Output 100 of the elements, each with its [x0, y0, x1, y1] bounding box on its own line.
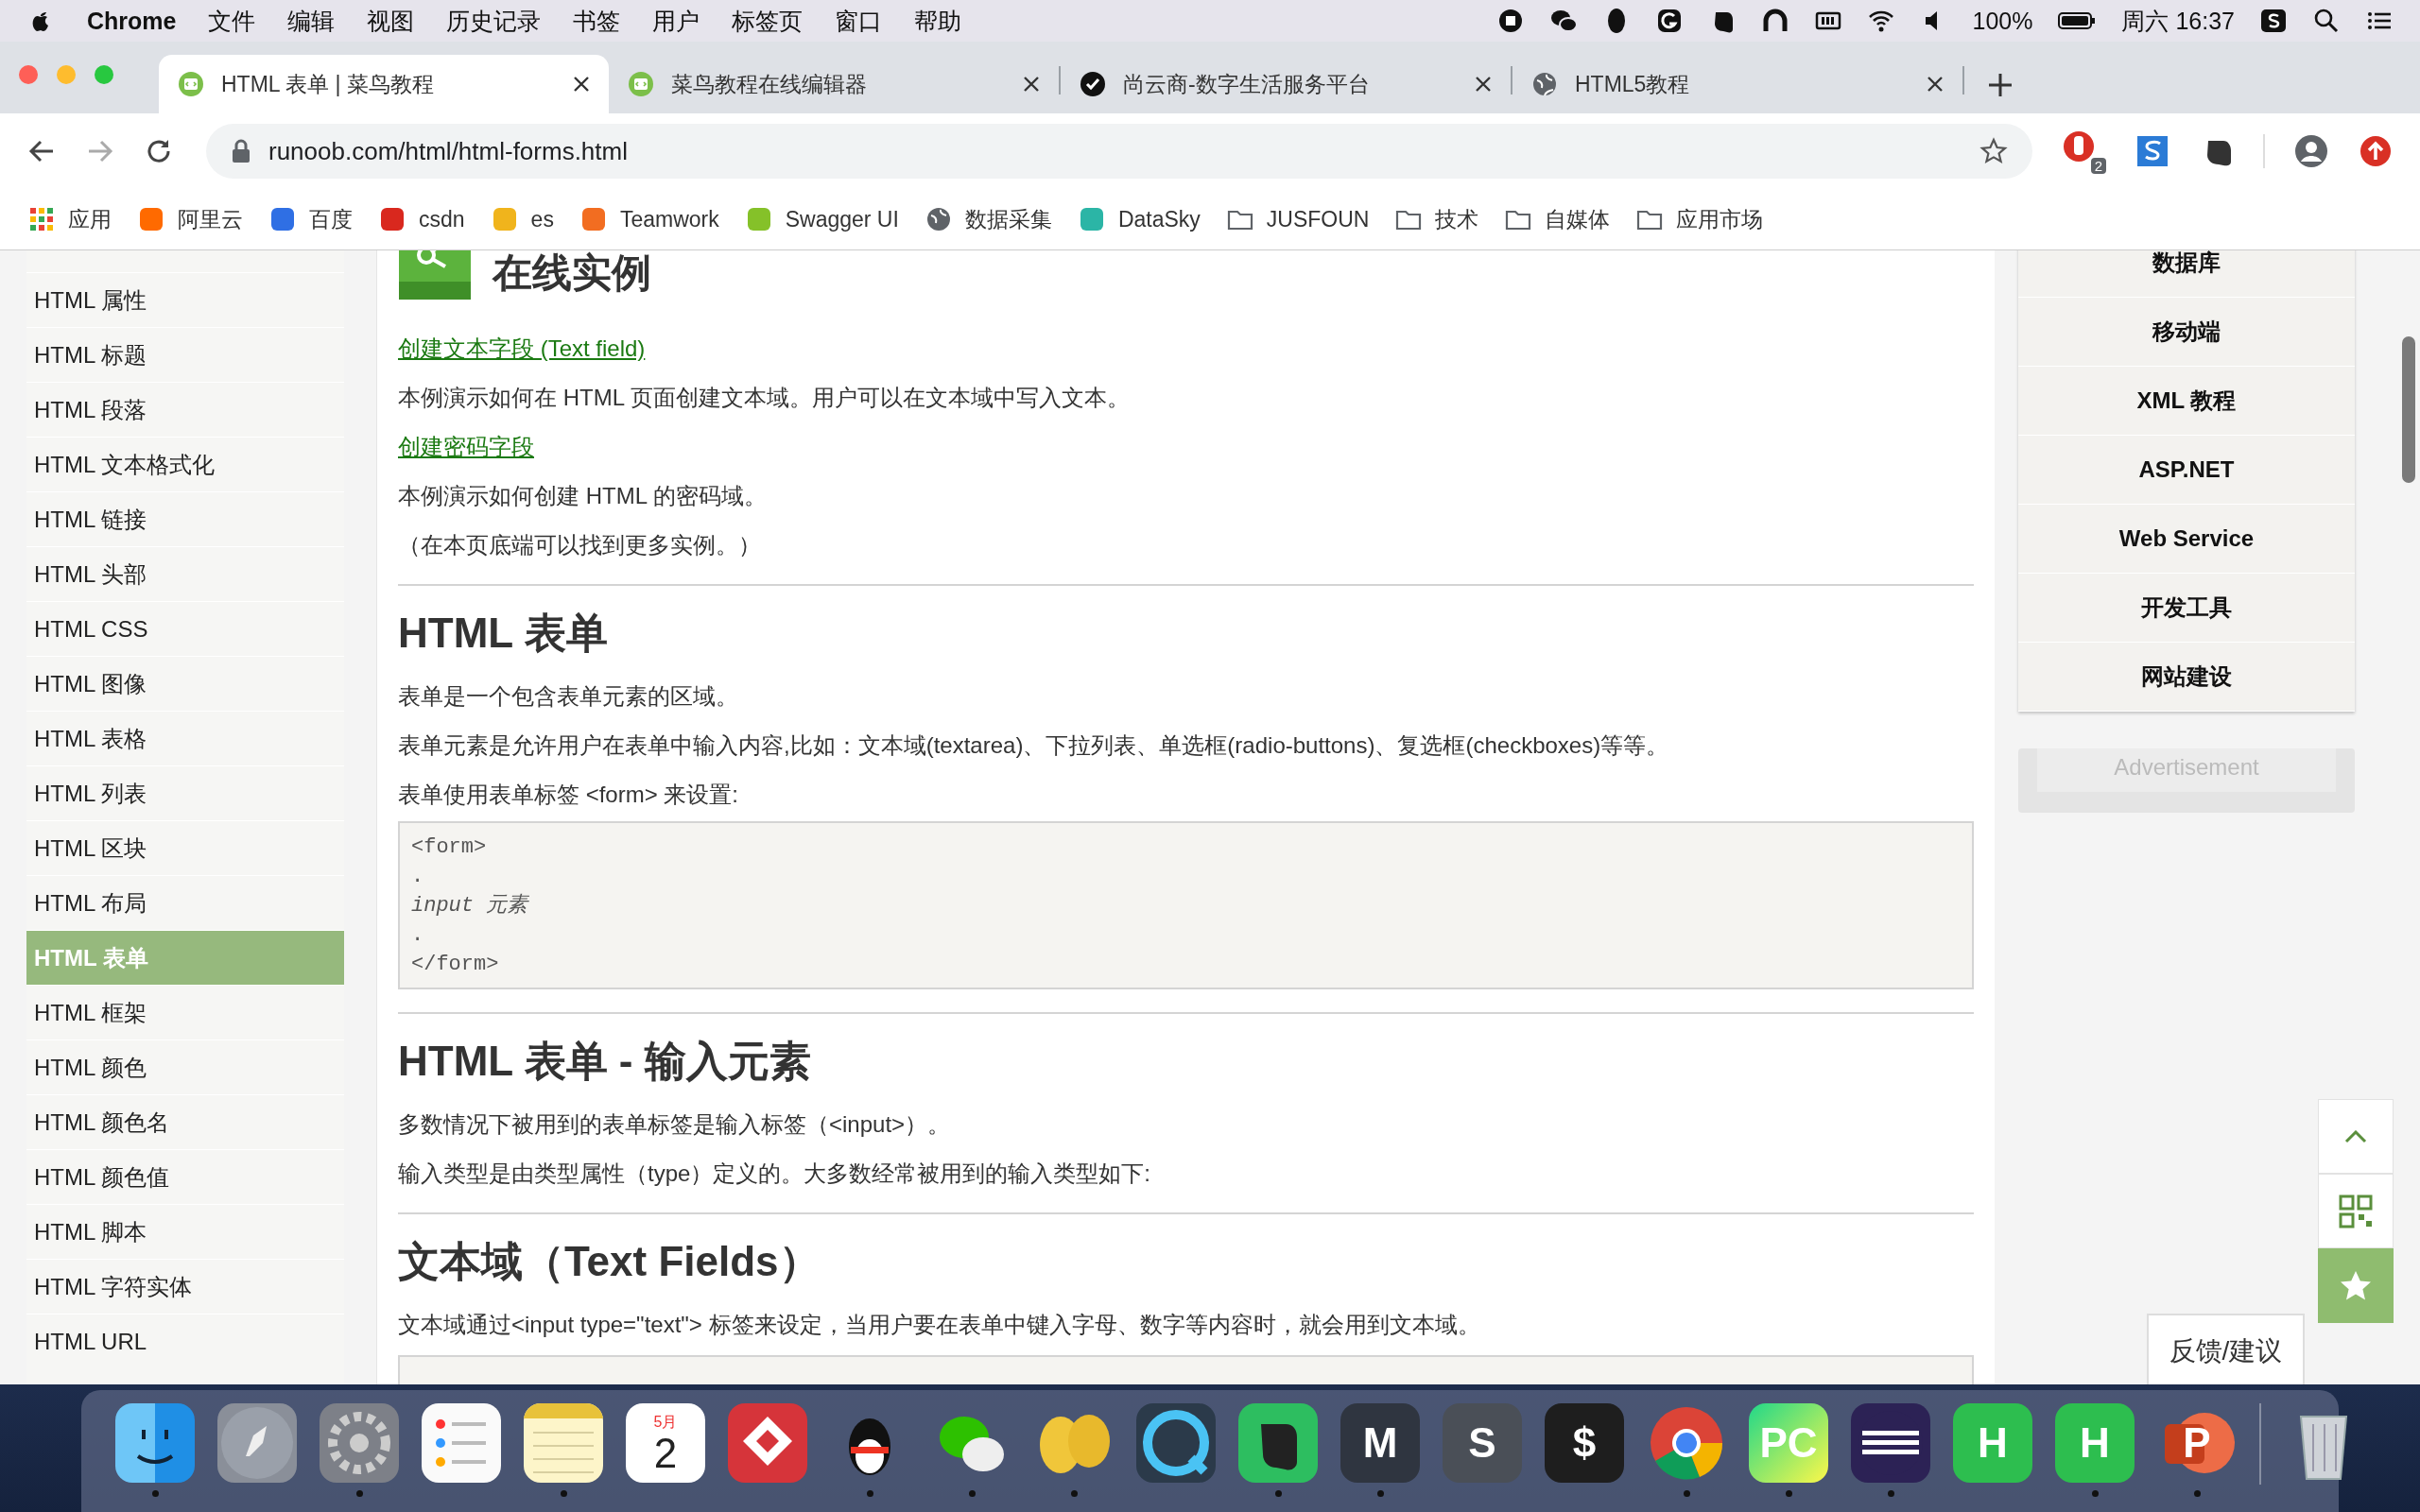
sidebar-item[interactable]: HTML 框架: [26, 985, 344, 1040]
category-item[interactable]: 移动端: [2018, 298, 2355, 367]
close-icon[interactable]: [1927, 76, 1944, 93]
sidebar-item[interactable]: HTML 列表: [26, 765, 344, 820]
category-item[interactable]: Web Service: [2018, 505, 2355, 574]
code-page-icon: [178, 71, 204, 97]
sidebar-item[interactable]: HTML 字符实体: [26, 1259, 344, 1314]
bookmark[interactable]: 阿里云: [178, 204, 243, 234]
menu-item[interactable]: 用户: [652, 5, 700, 37]
checkmark-icon: [1080, 71, 1106, 97]
bookmark[interactable]: JUSFOUN: [1266, 206, 1370, 232]
example-link[interactable]: 创建文本字段 (Text field): [398, 324, 646, 373]
bookmark[interactable]: 应用市场: [1676, 204, 1764, 234]
category-item[interactable]: 数据库: [2018, 250, 2355, 298]
paragraph: 表单元素是允许用户在表单中输入内容,比如：文本域(textarea)、下拉列表、单选框(radio-buttons)、复选框(checkboxes)等等。: [398, 731, 1670, 760]
bookmark[interactable]: 自媒体: [1545, 204, 1611, 234]
bookmark[interactable]: 数据采集: [964, 204, 1052, 234]
sidebar-item[interactable]: HTML URL: [26, 1314, 344, 1368]
bookmark[interactable]: 百度: [309, 204, 353, 234]
app-icon[interactable]: M: [1340, 1403, 1420, 1483]
menu-item[interactable]: 历史记录: [446, 5, 542, 37]
browser-tab[interactable]: HTML5教程: [1512, 55, 1962, 113]
paragraph: 表单使用表单标签 <form> 来设置:: [398, 781, 740, 809]
bookmark[interactable]: 应用: [68, 204, 112, 234]
menu-item[interactable]: 文件: [208, 5, 256, 37]
browser-tab[interactable]: HTML 表单 | 菜鸟教程: [159, 55, 609, 113]
menu-item[interactable]: 窗口: [835, 5, 883, 37]
site-icon: [269, 206, 296, 232]
feedback-button[interactable]: 反馈/建议: [2147, 1314, 2305, 1384]
scrollbar-thumb[interactable]: [2402, 336, 2415, 483]
app-icon[interactable]: $: [1545, 1403, 1624, 1483]
app-icon[interactable]: S: [1443, 1403, 1522, 1483]
close-icon[interactable]: [573, 76, 590, 93]
sidebar-item[interactable]: HTML CSS: [26, 601, 344, 656]
code-page-icon: [628, 71, 654, 97]
app-icon[interactable]: [728, 1403, 807, 1483]
app-icon[interactable]: [1851, 1403, 1930, 1483]
code-block: <form> . input 元素 . </form>: [398, 821, 1974, 989]
category-item[interactable]: ASP.NET: [2018, 436, 2355, 505]
paragraph: 多数情况下被用到的表单标签是输入标签（<input>）。: [398, 1110, 952, 1139]
bookmark[interactable]: DataSky: [1117, 206, 1201, 232]
chevron-up-icon: [2344, 1129, 2367, 1143]
sidebar-item[interactable]: HTML 表格: [26, 711, 344, 765]
menu-item[interactable]: 帮助: [914, 5, 962, 37]
sidebar-item[interactable]: HTML 标题: [26, 327, 344, 382]
app-icon[interactable]: [524, 1403, 603, 1483]
section-heading: 在线实例: [493, 250, 651, 296]
star-icon[interactable]: [1979, 137, 2008, 165]
category-item[interactable]: XML 教程: [2018, 367, 2355, 436]
extension-icon[interactable]: [2135, 133, 2170, 169]
sidebar-item[interactable]: HTML 段落: [26, 382, 344, 437]
site-icon: [138, 206, 164, 232]
sidebar-item[interactable]: HTML 颜色: [26, 1040, 344, 1094]
close-icon[interactable]: [1475, 76, 1492, 93]
menu-item[interactable]: 编辑: [287, 5, 336, 37]
update-icon[interactable]: [2358, 133, 2394, 169]
address-bar[interactable]: runoob.com/html/html-forms.html: [206, 124, 2032, 179]
lock-icon: [231, 139, 251, 163]
app-icon[interactable]: [217, 1403, 297, 1483]
battery-percent: 100%: [1972, 7, 2033, 35]
new-tab-icon[interactable]: [1987, 72, 2014, 98]
search-icon[interactable]: [2312, 7, 2341, 35]
sidebar-item[interactable]: HTML 颜色值: [26, 1149, 344, 1204]
sidebar-item[interactable]: HTML 属性: [26, 272, 344, 327]
close-icon[interactable]: [1023, 76, 1040, 93]
menu-item[interactable]: 标签页: [732, 5, 804, 37]
sidebar-item[interactable]: HTML 链接: [26, 491, 344, 546]
bookmark[interactable]: csdn: [419, 206, 465, 232]
bookmark[interactable]: 技术: [1435, 204, 1479, 234]
badge-count: 2: [2090, 158, 2106, 174]
clock[interactable]: 周六 16:37: [2121, 5, 2235, 37]
category-item[interactable]: 开发工具: [2018, 574, 2355, 643]
example-link[interactable]: 创建密码字段: [398, 422, 534, 472]
globe-icon: [1531, 71, 1558, 97]
sidebar-item[interactable]: HTML 头部: [26, 546, 344, 601]
section-heading: HTML 表单: [398, 609, 609, 658]
qr-code-button[interactable]: [2318, 1174, 2394, 1248]
browser-tab[interactable]: 尚云商-数字生活服务平台: [1061, 55, 1511, 113]
bookmark[interactable]: Teamwork: [619, 206, 719, 232]
sidebar-item[interactable]: HTML 颜色名: [26, 1094, 344, 1149]
app-icon[interactable]: [115, 1403, 195, 1483]
site-icon: [491, 206, 518, 232]
bookmark[interactable]: es: [530, 206, 554, 232]
browser-tab[interactable]: 菜鸟教程在线编辑器: [609, 55, 1059, 113]
category-item[interactable]: 网站建设: [2018, 643, 2355, 712]
app-menu[interactable]: Chrome: [87, 7, 177, 35]
sidebar-item[interactable]: HTML 图像: [26, 656, 344, 711]
app-icon[interactable]: [2259, 7, 2288, 35]
calendar-icon[interactable]: 5月 2: [626, 1403, 705, 1483]
profile-icon[interactable]: [2293, 133, 2329, 169]
sidebar-item[interactable]: HTML 脚本: [26, 1204, 344, 1259]
sidebar-item[interactable]: HTML 文本格式化: [26, 437, 344, 491]
menu-item[interactable]: 书签: [573, 5, 621, 37]
bookmark[interactable]: Swagger UI: [785, 206, 899, 232]
app-icon[interactable]: [1238, 1403, 1318, 1483]
paragraph: 本例演示如何创建 HTML 的密码域。: [398, 482, 768, 510]
sidebar-item[interactable]: HTML 区块: [26, 820, 344, 875]
app-icon[interactable]: [1136, 1403, 1216, 1483]
app-icon[interactable]: [422, 1403, 501, 1483]
menu-item[interactable]: 视图: [367, 5, 415, 37]
